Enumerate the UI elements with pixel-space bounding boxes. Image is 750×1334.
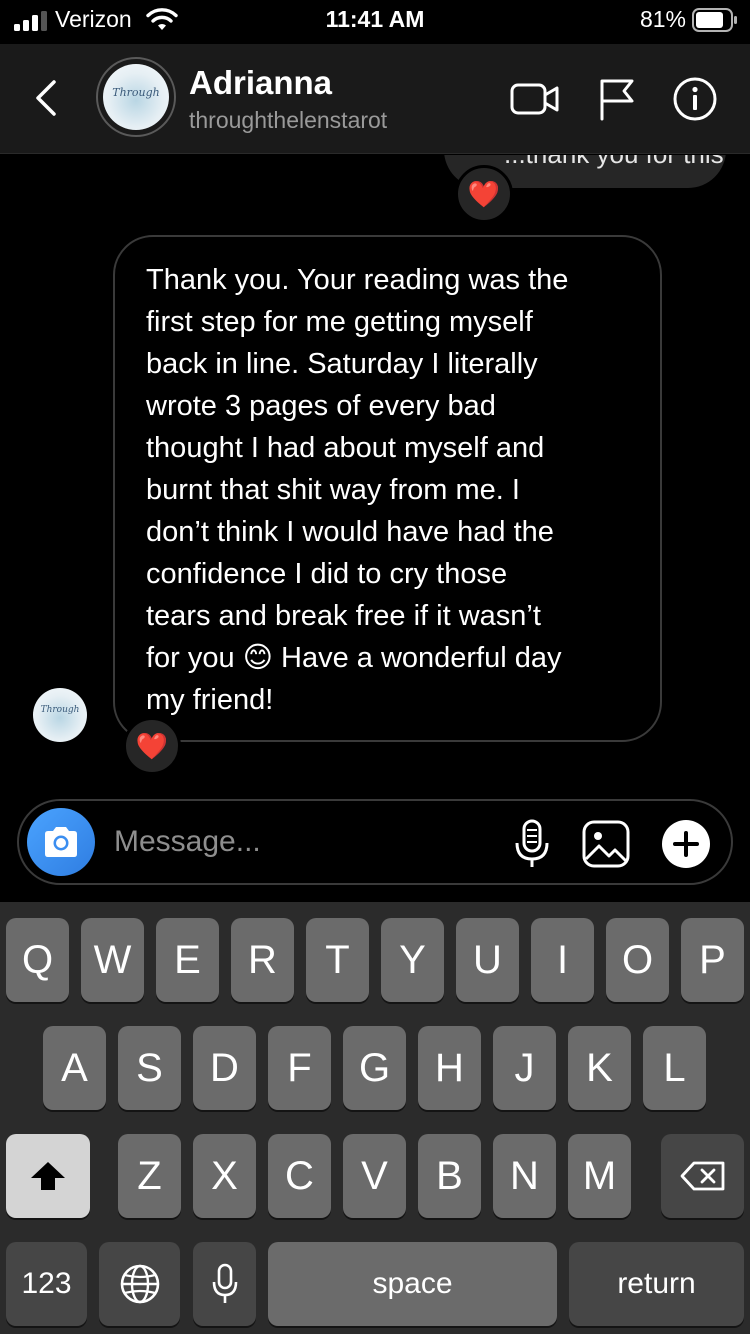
key-p[interactable]: P	[681, 918, 744, 1002]
heart-reaction[interactable]: ❤️	[123, 717, 181, 775]
space-key[interactable]: space	[268, 1242, 557, 1326]
avatar-logo: Through	[103, 64, 169, 130]
camera-button[interactable]	[27, 808, 95, 876]
video-call-icon[interactable]	[510, 77, 560, 121]
received-message-text: Thank you. Your reading was the first st…	[146, 264, 569, 716]
back-chevron-icon[interactable]	[26, 76, 66, 120]
key-z[interactable]: Z	[118, 1134, 181, 1218]
backspace-icon	[680, 1161, 724, 1191]
key-h[interactable]: H	[418, 1026, 481, 1110]
key-l[interactable]: L	[643, 1026, 706, 1110]
plus-icon	[673, 831, 699, 857]
key-v[interactable]: V	[343, 1134, 406, 1218]
shift-key[interactable]	[6, 1134, 90, 1218]
gallery-icon[interactable]	[581, 819, 631, 869]
microphone-icon[interactable]	[507, 819, 557, 869]
key-f[interactable]: F	[268, 1026, 331, 1110]
add-button[interactable]	[662, 820, 710, 868]
key-k[interactable]: K	[568, 1026, 631, 1110]
key-j[interactable]: J	[493, 1026, 556, 1110]
sender-avatar[interactable]: Through	[33, 688, 87, 742]
battery-percent: 81%	[639, 6, 686, 32]
key-d[interactable]: D	[193, 1026, 256, 1110]
globe-key[interactable]	[99, 1242, 180, 1326]
key-r[interactable]: R	[231, 918, 294, 1002]
chat-header: Through Adrianna throughthelenstarot	[0, 44, 750, 154]
battery-icon	[692, 8, 737, 32]
key-y[interactable]: Y	[381, 918, 444, 1002]
heart-emoji-icon: ❤️	[467, 178, 501, 209]
key-t[interactable]: T	[306, 918, 369, 1002]
numbers-key[interactable]: 123	[6, 1242, 87, 1326]
key-o[interactable]: O	[606, 918, 669, 1002]
key-c[interactable]: C	[268, 1134, 331, 1218]
contact-handle[interactable]: throughthelenstarot	[189, 107, 387, 134]
received-message-bubble[interactable]: Thank you. Your reading was the first st…	[113, 235, 662, 742]
contact-avatar[interactable]: Through	[96, 57, 176, 137]
camera-icon	[45, 827, 77, 857]
message-composer	[17, 799, 733, 885]
key-i[interactable]: I	[531, 918, 594, 1002]
key-m[interactable]: M	[568, 1134, 631, 1218]
sent-message-text: ...thank you for this	[504, 155, 724, 170]
shift-arrow-icon	[31, 1162, 65, 1190]
dictation-key[interactable]	[193, 1242, 256, 1326]
key-b[interactable]: B	[418, 1134, 481, 1218]
key-e[interactable]: E	[156, 918, 219, 1002]
key-u[interactable]: U	[456, 918, 519, 1002]
key-g[interactable]: G	[343, 1026, 406, 1110]
status-bar: Verizon 11:41 AM 81%	[0, 0, 750, 44]
key-s[interactable]: S	[118, 1026, 181, 1110]
message-input[interactable]	[114, 819, 494, 865]
avatar-logo-text: Through	[40, 705, 80, 715]
key-q[interactable]: Q	[6, 918, 69, 1002]
contact-name[interactable]: Adrianna	[189, 64, 332, 102]
microphone-icon	[212, 1263, 237, 1303]
heart-reaction[interactable]: ❤️	[455, 165, 513, 223]
avatar-logo-text: Through	[112, 86, 160, 99]
key-x[interactable]: X	[193, 1134, 256, 1218]
return-key[interactable]: return	[569, 1242, 744, 1326]
keyboard: QWERTYUIOP ASDFGHJKL ZXCVBNM 123 space r	[0, 902, 750, 1334]
info-icon[interactable]	[670, 77, 720, 121]
key-w[interactable]: W	[81, 918, 144, 1002]
key-a[interactable]: A	[43, 1026, 106, 1110]
delete-key[interactable]	[661, 1134, 744, 1218]
globe-icon	[120, 1264, 159, 1304]
flag-icon[interactable]	[592, 77, 642, 121]
heart-emoji-icon: ❤️	[135, 730, 169, 761]
message-thread[interactable]: ...thank you for this ❤️ Thank you. Your…	[0, 155, 750, 795]
key-n[interactable]: N	[493, 1134, 556, 1218]
clock: 11:41 AM	[325, 6, 425, 32]
